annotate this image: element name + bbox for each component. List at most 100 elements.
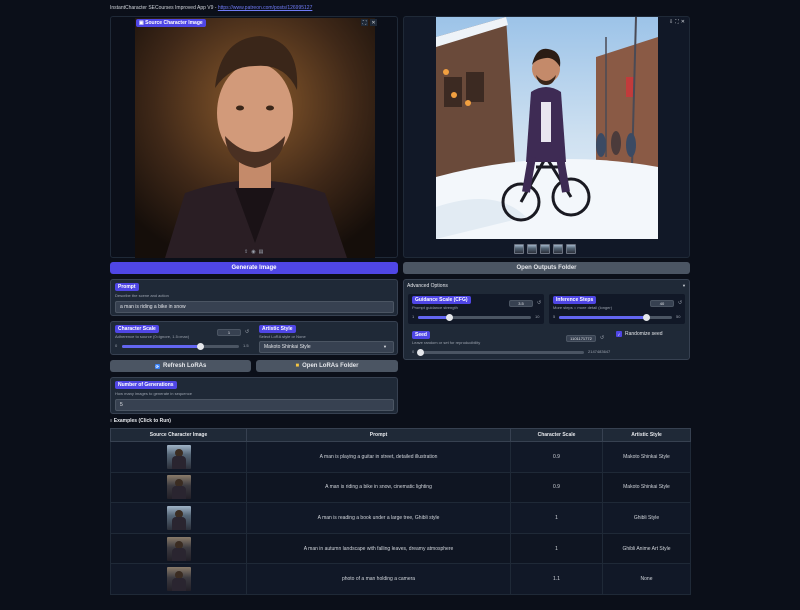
example-row[interactable]: A man is playing a guitar in street, det… <box>110 441 691 473</box>
webcam-icon[interactable]: ◉ <box>251 249 255 255</box>
open-loras-button[interactable]: ■ Open LoRAs Folder <box>256 360 398 372</box>
character-scale-description: Adherence to source (0=ignore, 1.5=max) <box>115 334 190 339</box>
steps-block: Inference Steps More steps = more detail… <box>549 294 685 324</box>
refresh-loras-button[interactable]: ⟳ Refresh LoRAs <box>110 360 251 372</box>
example-thumbnail <box>166 505 191 530</box>
example-scale[interactable]: 1 <box>510 502 603 534</box>
example-row[interactable]: A man in autumn landscape with falling l… <box>110 532 691 565</box>
steps-label: Inference Steps <box>553 296 597 304</box>
artistic-style-label: Artistic Style <box>259 325 296 333</box>
example-thumbnail <box>166 475 191 500</box>
randomize-seed-option[interactable]: ✓ Randomize seed <box>616 331 663 337</box>
example-style[interactable]: Ghibli Style <box>602 502 691 534</box>
examples-icon: ≡ <box>110 418 113 423</box>
reset-icon[interactable]: ↺ <box>537 300 541 306</box>
slider-handle[interactable] <box>196 343 204 350</box>
seed-description: Leave random or set for reproducibility <box>412 340 481 345</box>
close-icon[interactable]: ✕ <box>681 19 685 25</box>
seed-min: 0 <box>412 349 415 354</box>
output-image-panel[interactable]: ⇩ ⛶ ✕ <box>403 16 690 258</box>
seed-number[interactable]: 1101171772 <box>566 335 596 342</box>
example-prompt[interactable]: A man is playing a guitar in street, det… <box>246 441 511 473</box>
example-style[interactable]: Makoto Shinkai Style <box>602 441 691 473</box>
chevron-down-icon: ▼ <box>383 344 387 349</box>
character-scale-max: 1.5 <box>243 343 249 348</box>
collapse-triangle-icon: ▼ <box>682 283 686 288</box>
randomize-seed-label: Randomize seed <box>625 331 663 337</box>
output-thumbnail[interactable] <box>527 244 537 254</box>
example-image-cell[interactable] <box>110 471 247 504</box>
clipboard-icon[interactable]: ▤ <box>259 249 264 255</box>
artistic-style-dropdown[interactable]: Makoto Shinkai Style ▼ <box>259 341 394 353</box>
example-row[interactable]: photo of a man holding a camera 1.1 None <box>110 563 691 595</box>
example-scale[interactable]: 0.9 <box>510 441 603 473</box>
examples-title: ≡ Examples (Click to Run) <box>110 418 171 424</box>
fullscreen-icon[interactable]: ⛶ <box>361 19 368 26</box>
example-row[interactable]: A man is riding a bike in snow, cinemati… <box>110 471 691 504</box>
prompt-input[interactable]: a man is riding a bike in snow <box>115 301 394 313</box>
upload-icon[interactable]: ⇪ <box>244 249 248 255</box>
open-loras-label: Open LoRAs Folder <box>302 363 359 369</box>
generate-button[interactable]: Generate Image <box>110 262 398 274</box>
character-scale-slider[interactable] <box>122 343 239 350</box>
generated-image <box>436 17 658 239</box>
example-style[interactable]: Ghibli Anime Art Style <box>602 532 691 565</box>
guidance-number[interactable]: 3.5 <box>509 300 533 307</box>
open-outputs-button[interactable]: Open Outputs Folder <box>403 262 690 274</box>
example-scale[interactable]: 1 <box>510 532 603 565</box>
checkbox-checked-icon[interactable]: ✓ <box>616 331 622 337</box>
example-scale[interactable]: 1.1 <box>510 563 603 595</box>
scale-style-panel: Character Scale Adherence to source (0=i… <box>110 321 398 355</box>
example-prompt[interactable]: A man is riding a bike in snow, cinemati… <box>246 471 511 504</box>
output-thumbnail[interactable] <box>514 244 524 254</box>
artistic-style-value: Makoto Shinkai Style <box>264 344 311 350</box>
download-icon[interactable]: ⇩ <box>669 19 673 25</box>
example-image-cell[interactable] <box>110 532 247 565</box>
patreon-link[interactable]: https://www.patreon.com/posts/126995127 <box>218 5 313 11</box>
example-image-cell[interactable] <box>110 563 247 595</box>
slider-fill <box>418 316 450 319</box>
example-style[interactable]: None <box>602 563 691 595</box>
steps-number[interactable]: 40 <box>650 300 674 307</box>
advanced-options-header[interactable]: Advanced Options ▼ <box>407 283 688 291</box>
example-image-cell[interactable] <box>110 502 247 534</box>
example-prompt[interactable]: photo of a man holding a camera <box>246 563 511 595</box>
slider-handle[interactable] <box>417 349 425 356</box>
source-character-image <box>135 18 375 258</box>
example-image-cell[interactable] <box>110 441 247 473</box>
slider-handle[interactable] <box>445 314 453 321</box>
fullscreen-icon[interactable]: ⛶ <box>675 19 679 25</box>
example-style[interactable]: Makoto Shinkai Style <box>602 471 691 504</box>
character-scale-min: 0 <box>115 343 118 348</box>
source-image-toolbar: ⇪ ◉ ▤ <box>244 249 263 255</box>
app-title: InstantCharacter SECourses Improved App … <box>110 5 312 11</box>
output-thumbnail[interactable] <box>566 244 576 254</box>
example-prompt[interactable]: A man is reading a book under a large tr… <box>246 502 511 534</box>
column-header: Character Scale <box>510 428 603 442</box>
example-prompt[interactable]: A man in autumn landscape with falling l… <box>246 532 511 565</box>
character-scale-number[interactable]: 1 <box>217 329 241 336</box>
guidance-block: Guidance Scale (CFG) Prompt guidance str… <box>408 294 544 324</box>
example-thumbnail <box>166 567 191 592</box>
output-thumbnail[interactable] <box>540 244 550 254</box>
close-icon[interactable]: ✕ <box>370 19 377 26</box>
reset-icon[interactable]: ↺ <box>678 300 682 306</box>
guidance-slider[interactable] <box>418 314 531 321</box>
example-thumbnail <box>166 536 191 561</box>
source-image-panel[interactable]: ▣ Source Character Image ⛶ ✕ ⇪ ◉ ▤ <box>110 16 398 258</box>
slider-handle[interactable] <box>643 314 651 321</box>
generations-description: How many images to generate in sequence <box>115 391 192 396</box>
reset-icon[interactable]: ↺ <box>245 329 249 335</box>
seed-slider[interactable] <box>417 349 584 356</box>
output-thumbnail[interactable] <box>553 244 563 254</box>
generations-input[interactable]: 5 <box>115 399 394 411</box>
source-label: ▣ Source Character Image <box>136 19 206 27</box>
example-scale[interactable]: 0.9 <box>510 471 603 504</box>
guidance-label: Guidance Scale (CFG) <box>412 296 471 304</box>
generations-panel: Number of Generations How many images to… <box>110 377 398 414</box>
character-scale-label: Character Scale <box>115 325 159 333</box>
example-row[interactable]: A man is reading a book under a large tr… <box>110 502 691 534</box>
advanced-options-panel: Advanced Options ▼ Guidance Scale (CFG) … <box>403 279 690 360</box>
steps-slider[interactable] <box>559 314 672 321</box>
reset-icon[interactable]: ↺ <box>600 335 604 341</box>
